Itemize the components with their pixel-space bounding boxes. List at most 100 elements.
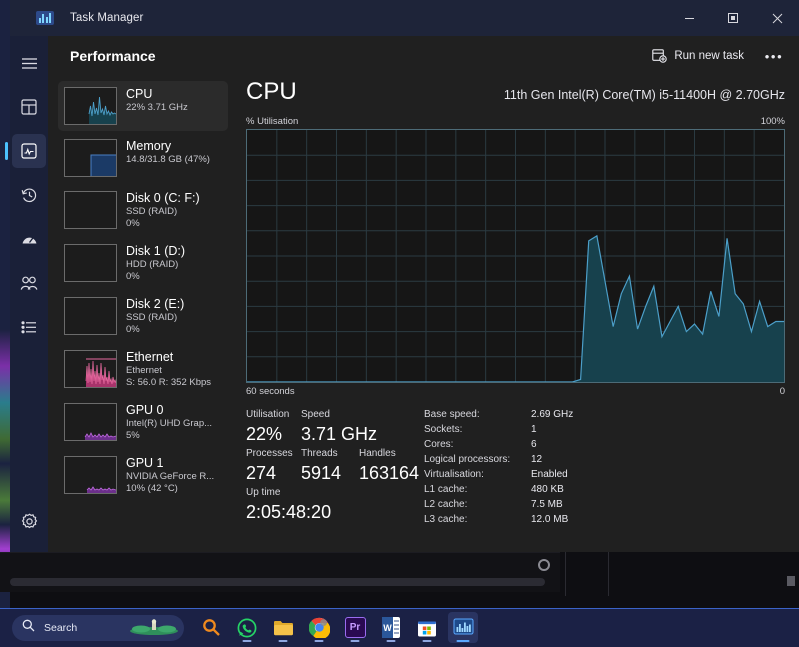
- spec-key: L2 cache:: [424, 499, 468, 510]
- spec-row: L3 cache: 12.0 MB: [424, 512, 573, 527]
- stats-row-3: Up time 2:05:48:20: [246, 485, 424, 524]
- resource-sub1: 14.8/31.8 GB (47%): [126, 154, 210, 165]
- resource-text: Disk 0 (C: F:) SSD (RAID) 0%: [126, 191, 200, 230]
- taskbar-icons: Pr W: [196, 612, 478, 643]
- spec-key: Sockets:: [424, 424, 463, 435]
- taskbar: Search Pr W: [0, 608, 799, 647]
- y-axis-label: % Utilisation: [246, 116, 299, 127]
- task-manager-taskbar-icon[interactable]: [448, 612, 478, 643]
- threads-label: Threads: [301, 448, 338, 459]
- run-new-task-label: Run new task: [674, 50, 744, 62]
- spec-row: L1 cache: 480 KB: [424, 482, 573, 497]
- processes-value: 274: [246, 463, 277, 483]
- file-explorer-icon[interactable]: [268, 612, 298, 643]
- sidebar-item-details[interactable]: [12, 310, 46, 344]
- ethernet-thumbnail-graph: [64, 350, 117, 388]
- close-icon[interactable]: [755, 0, 799, 36]
- more-options-button[interactable]: •••: [759, 43, 789, 69]
- y-axis-max: 100%: [760, 116, 785, 127]
- resource-name: Disk 1 (D:): [126, 244, 186, 258]
- spec-value: 7.5 MB: [531, 499, 563, 510]
- graph-top-axis: % Utilisation 100%: [246, 116, 785, 127]
- widgets-search-icon[interactable]: [196, 612, 226, 643]
- resource-item-disk-1[interactable]: Disk 1 (D:) HDD (RAID) 0%: [58, 238, 228, 289]
- cpu-detail-panel: CPU 11th Gen Intel(R) Core(TM) i5-11400H…: [228, 76, 799, 552]
- premiere-pro-icon[interactable]: Pr: [340, 612, 370, 643]
- cpu-statistics: Utilisation 22% Speed 3.71 GHz Processes…: [246, 407, 785, 527]
- background-window-panel[interactable]: [0, 552, 560, 592]
- resource-text: Ethernet Ethernet S: 56.0 R: 352 Kbps: [126, 350, 211, 389]
- background-window-knob[interactable]: [538, 559, 550, 571]
- microsoft-store-icon[interactable]: [412, 612, 442, 643]
- settings-gear-icon[interactable]: [12, 504, 46, 538]
- background-divider: [565, 552, 566, 596]
- spec-key: Virtualisation:: [424, 469, 484, 480]
- uptime-value: 2:05:48:20: [246, 502, 332, 522]
- search-input[interactable]: Search: [12, 614, 184, 641]
- maximize-icon[interactable]: [711, 0, 755, 36]
- resource-sub1: NVIDIA GeForce R...: [126, 471, 215, 482]
- resource-name: GPU 1: [126, 456, 164, 470]
- resource-sub1: Intel(R) UHD Grap...: [126, 418, 213, 429]
- background-divider: [608, 552, 609, 596]
- background-window-tab[interactable]: [787, 576, 795, 586]
- resource-name: Disk 0 (C: F:): [126, 191, 200, 205]
- toolbar: Run new task •••: [643, 43, 799, 69]
- cpu-model: 11th Gen Intel(R) Core(TM) i5-11400H @ 2…: [503, 88, 785, 102]
- window-controls: [667, 0, 799, 36]
- premiere-pro-label: Pr: [349, 622, 361, 633]
- resource-item-disk-0[interactable]: Disk 0 (C: F:) SSD (RAID) 0%: [58, 185, 228, 236]
- utilisation-stat: Utilisation 22%: [246, 407, 301, 446]
- spec-row: L2 cache: 7.5 MB: [424, 497, 573, 512]
- title-bar[interactable]: Task Manager: [10, 0, 799, 36]
- sidebar-item-app-history[interactable]: [12, 178, 46, 212]
- utilisation-label: Utilisation: [246, 409, 290, 420]
- sidebar-item-startup-apps[interactable]: [12, 222, 46, 256]
- uptime-label: Up time: [246, 487, 281, 498]
- background-window-scrollbar[interactable]: [10, 578, 545, 586]
- search-label: Search: [44, 621, 78, 634]
- window-title: Task Manager: [70, 12, 144, 24]
- page-title: Performance: [70, 48, 156, 64]
- word-label: W: [383, 622, 392, 633]
- spec-key: L1 cache:: [424, 484, 468, 495]
- spec-row: Cores: 6: [424, 437, 573, 452]
- whatsapp-icon[interactable]: [232, 612, 262, 643]
- disk0-thumbnail-graph: [64, 191, 117, 229]
- spec-value: 6: [531, 439, 537, 450]
- spec-row: Logical processors: 12: [424, 452, 573, 467]
- speed-stat: Speed 3.71 GHz: [301, 407, 377, 446]
- resource-sub1: HDD (RAID): [126, 259, 179, 270]
- spec-value: 1: [531, 424, 537, 435]
- handles-label: Handles: [359, 448, 396, 459]
- cpu-chart-svg: [247, 130, 784, 382]
- resource-item-ethernet[interactable]: Ethernet Ethernet S: 56.0 R: 352 Kbps: [58, 344, 228, 395]
- resource-text: CPU 22% 3.71 GHz: [126, 87, 188, 125]
- sidebar-item-users[interactable]: [12, 266, 46, 300]
- graph-bottom-axis: 60 seconds 0: [246, 386, 785, 397]
- spec-key: Base speed:: [424, 409, 480, 420]
- resource-sub2: 0%: [126, 271, 140, 282]
- resource-sub2: 0%: [126, 324, 140, 335]
- resource-item-gpu-0[interactable]: GPU 0 Intel(R) UHD Grap... 5%: [58, 397, 228, 448]
- spec-value: 480 KB: [531, 484, 564, 495]
- run-new-task-button[interactable]: Run new task: [643, 44, 753, 68]
- sidebar-item-performance[interactable]: [5, 134, 46, 168]
- sidebar-item-processes[interactable]: [12, 90, 46, 124]
- speed-value: 3.71 GHz: [301, 424, 378, 444]
- resource-item-cpu[interactable]: CPU 22% 3.71 GHz: [58, 81, 228, 131]
- resource-sub1: Ethernet: [126, 365, 162, 376]
- word-icon[interactable]: W: [376, 612, 406, 643]
- resource-sub1: 22% 3.71 GHz: [126, 102, 188, 113]
- resource-item-disk-2[interactable]: Disk 2 (E:) SSD (RAID) 0%: [58, 291, 228, 342]
- resource-item-memory[interactable]: Memory 14.8/31.8 GB (47%): [58, 133, 228, 183]
- hamburger-menu-icon[interactable]: [12, 46, 46, 80]
- spec-key: L3 cache:: [424, 514, 468, 525]
- minimize-icon[interactable]: [667, 0, 711, 36]
- resource-text: Memory 14.8/31.8 GB (47%): [126, 139, 210, 177]
- running-indicator: [456, 639, 470, 642]
- chrome-icon[interactable]: [304, 612, 334, 643]
- taskbar-accent-line: [0, 608, 799, 609]
- resource-name: Memory: [126, 139, 172, 153]
- resource-item-gpu-1[interactable]: GPU 1 NVIDIA GeForce R... 10% (42 °C): [58, 450, 228, 501]
